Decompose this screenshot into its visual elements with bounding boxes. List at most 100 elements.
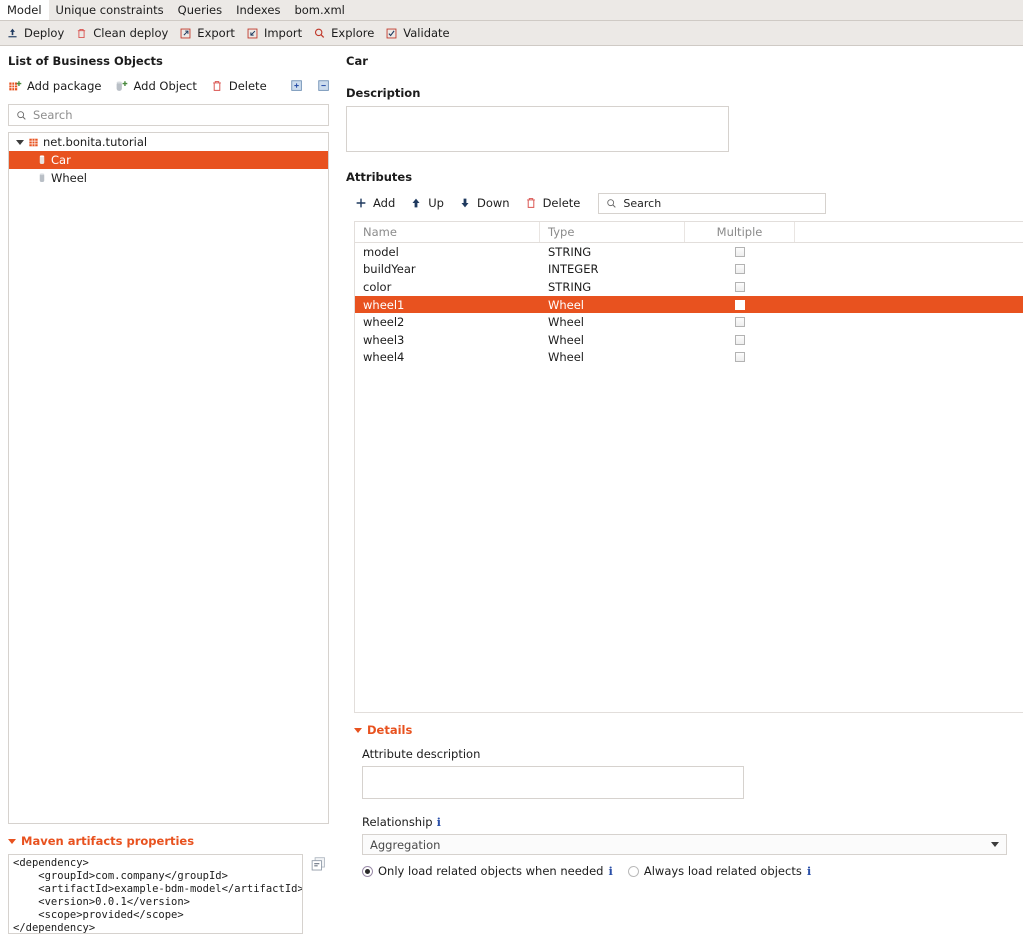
table-row[interactable]: wheel3 Wheel [355, 331, 1023, 349]
chevron-down-icon [16, 140, 24, 145]
search-icon [16, 110, 27, 121]
tree-item-label: Car [51, 153, 71, 167]
top-toolbar: Deploy Clean deploy Export Import Explor… [0, 21, 1023, 46]
object-editor-panel: Car Description Attributes Add Up [337, 46, 1023, 950]
cell-multiple [685, 352, 795, 362]
multiple-checkbox[interactable] [735, 317, 745, 327]
radio-eager-label: Always load related objects [644, 864, 802, 878]
info-icon[interactable]: i [437, 815, 441, 829]
tab-model[interactable]: Model [0, 0, 49, 20]
cell-name: buildYear [355, 262, 540, 276]
business-object-icon [37, 172, 47, 184]
chevron-down-icon [991, 842, 999, 847]
tab-queries[interactable]: Queries [171, 0, 229, 20]
cell-multiple [685, 264, 795, 274]
main-content: List of Business Objects Add package Add… [0, 46, 1023, 950]
table-row[interactable]: wheel4 Wheel [355, 349, 1023, 367]
attributes-toolbar: Add Up Down Delete [346, 192, 1023, 214]
table-row[interactable]: wheel2 Wheel [355, 313, 1023, 331]
cell-type: STRING [540, 245, 685, 259]
multiple-checkbox[interactable] [735, 300, 745, 310]
table-row[interactable]: buildYear INTEGER [355, 261, 1023, 279]
cell-type: Wheel [540, 350, 685, 364]
table-row[interactable]: color STRING [355, 278, 1023, 296]
collapse-all-button[interactable] [317, 79, 331, 93]
checkbox-check-icon [385, 27, 398, 40]
tab-unique-constraints[interactable]: Unique constraints [49, 0, 171, 20]
deploy-upload-icon [6, 27, 19, 40]
business-object-icon [37, 154, 47, 166]
import-button[interactable]: Import [246, 26, 302, 40]
move-attribute-down-button[interactable]: Down [458, 196, 510, 210]
cell-name: wheel3 [355, 333, 540, 347]
cell-name: wheel2 [355, 315, 540, 329]
table-row[interactable]: wheel1 Wheel [355, 296, 1023, 314]
add-attribute-button[interactable]: Add [354, 196, 395, 210]
validate-button[interactable]: Validate [385, 26, 449, 40]
multiple-checkbox[interactable] [735, 335, 745, 345]
info-icon[interactable]: i [608, 864, 612, 878]
cell-name: color [355, 280, 540, 294]
business-objects-panel: List of Business Objects Add package Add… [0, 46, 337, 950]
add-package-button[interactable]: Add package [8, 79, 101, 93]
tree-item-wheel[interactable]: Wheel [9, 169, 328, 187]
tab-indexes[interactable]: Indexes [229, 0, 287, 20]
collapse-all-icon [317, 79, 331, 93]
plus-icon [354, 196, 368, 210]
description-textarea[interactable] [346, 106, 729, 152]
clean-deploy-button[interactable]: Clean deploy [75, 26, 168, 40]
radio-lazy-loading[interactable]: Only load related objects when needed i [362, 864, 613, 878]
add-object-button[interactable]: Add Object [114, 79, 196, 93]
loading-mode-radio-group: Only load related objects when needed i … [362, 864, 1023, 878]
search-input[interactable]: Search [8, 104, 329, 126]
copy-to-clipboard-icon[interactable] [310, 856, 327, 873]
attribute-description-textarea[interactable] [362, 766, 744, 799]
cell-multiple [685, 300, 795, 310]
multiple-checkbox[interactable] [735, 247, 745, 257]
maven-artifacts-section-header[interactable]: Maven artifacts properties [8, 834, 329, 848]
maven-dependency-xml[interactable]: <dependency> <groupId>com.company</group… [8, 854, 303, 934]
delete-object-button[interactable]: Delete [210, 79, 267, 93]
tree-expand-toggle[interactable] [15, 140, 25, 145]
export-button[interactable]: Export [179, 26, 235, 40]
trash-icon [75, 27, 88, 40]
chevron-down-icon [8, 839, 16, 844]
cell-type: Wheel [540, 333, 685, 347]
explore-button[interactable]: Explore [313, 26, 374, 40]
relationship-select[interactable]: Aggregation [362, 834, 1007, 855]
move-attribute-up-button[interactable]: Up [409, 196, 444, 210]
column-header-multiple[interactable]: Multiple [685, 222, 795, 242]
business-objects-tree[interactable]: net.bonita.tutorial Car Wheel [8, 132, 329, 824]
cell-type: Wheel [540, 298, 685, 312]
multiple-checkbox[interactable] [735, 352, 745, 362]
multiple-checkbox[interactable] [735, 282, 745, 292]
validate-label: Validate [403, 26, 449, 40]
info-icon[interactable]: i [807, 864, 811, 878]
table-row[interactable]: model STRING [355, 243, 1023, 261]
explore-label: Explore [331, 26, 374, 40]
attributes-search-input[interactable]: Search [598, 193, 826, 214]
table-header-row: Name Type Multiple [355, 222, 1023, 243]
details-section-header[interactable]: Details [354, 723, 1023, 737]
column-header-type[interactable]: Type [540, 222, 685, 242]
expand-all-button[interactable] [290, 79, 304, 93]
tree-item-package[interactable]: net.bonita.tutorial [9, 133, 328, 151]
add-attribute-label: Add [373, 196, 395, 210]
delete-attribute-button[interactable]: Delete [524, 196, 581, 210]
multiple-checkbox[interactable] [735, 264, 745, 274]
deploy-button[interactable]: Deploy [6, 26, 64, 40]
relationship-label-row: Relationship i [362, 815, 1023, 829]
selected-object-name: Car [346, 54, 1023, 68]
radio-button-unselected-icon[interactable] [628, 866, 639, 877]
tree-item-car[interactable]: Car [9, 151, 328, 169]
radio-button-selected-icon[interactable] [362, 866, 373, 877]
search-magnifier-icon [313, 27, 326, 40]
tree-item-label: Wheel [51, 171, 87, 185]
tab-bom-xml[interactable]: bom.xml [287, 0, 351, 20]
cell-type: Wheel [540, 315, 685, 329]
column-header-extra[interactable] [795, 222, 1023, 242]
relationship-label: Relationship [362, 815, 433, 829]
cell-type: STRING [540, 280, 685, 294]
radio-eager-loading[interactable]: Always load related objects i [628, 864, 811, 878]
column-header-name[interactable]: Name [355, 222, 540, 242]
